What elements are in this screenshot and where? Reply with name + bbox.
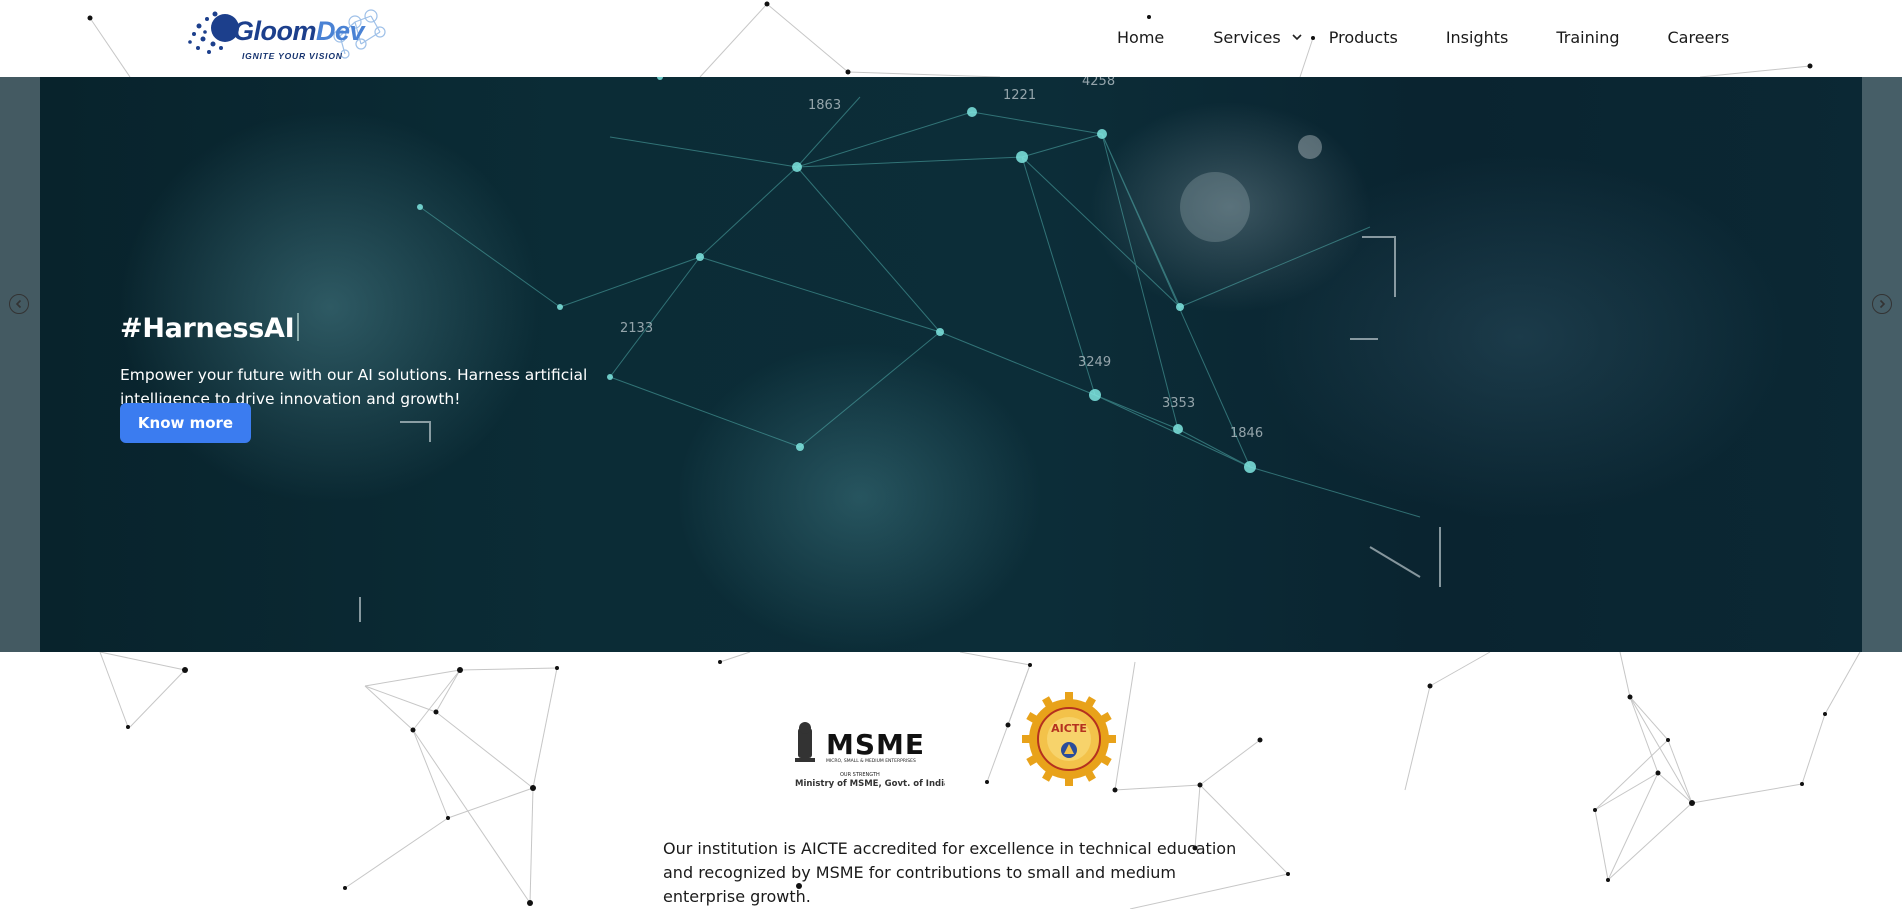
hero-title: #HarnessAI xyxy=(120,313,300,344)
hero-carousel: 1863 1221 4258 3249 3353 1846 2133 #Harn… xyxy=(0,77,1902,652)
know-more-button[interactable]: Know more xyxy=(120,403,251,443)
main-nav: Home Services Products Insights Training… xyxy=(1100,22,1729,52)
logo-tagline: IGNITE YOUR VISION xyxy=(242,51,343,61)
hud-label: 3353 xyxy=(1162,396,1195,411)
nav-services[interactable]: Services xyxy=(1213,28,1302,47)
aicte-logo: AICTE xyxy=(1020,690,1118,788)
nav-services-label: Services xyxy=(1213,27,1281,47)
nav-insights[interactable]: Insights xyxy=(1446,28,1509,47)
navbar: GloomDev IGNITE YOUR VISION Home Service… xyxy=(0,0,1902,77)
svg-text:MICRO, SMALL & MEDIUM ENTERPRI: MICRO, SMALL & MEDIUM ENTERPRISES xyxy=(826,758,916,764)
nav-careers[interactable]: Careers xyxy=(1668,28,1730,47)
carousel-next-button[interactable] xyxy=(1872,294,1892,314)
hud-label: 1846 xyxy=(1230,426,1263,441)
chevron-left-icon xyxy=(15,299,22,309)
nav-products[interactable]: Products xyxy=(1329,28,1398,47)
logo-wordmark: GloomDev xyxy=(233,16,365,46)
hud-label: 4258 xyxy=(1082,77,1115,89)
aicte-gear-emblem-icon: AICTE xyxy=(1022,692,1116,786)
svg-text:MSME: MSME xyxy=(826,728,925,761)
hud-label: 1863 xyxy=(808,98,841,113)
svg-text:OUR STRENGTH: OUR STRENGTH xyxy=(840,772,880,778)
hud-label: 1221 xyxy=(1003,88,1036,103)
msme-emblem-icon: MSME MICRO, SMALL & MEDIUM ENTERPRISES O… xyxy=(795,722,950,789)
nav-training[interactable]: Training xyxy=(1556,28,1619,47)
svg-text:Ministry of MSME, Govt. of Ind: Ministry of MSME, Govt. of India xyxy=(795,779,945,789)
typing-caret xyxy=(297,313,300,342)
chevron-right-icon xyxy=(1879,299,1886,309)
carousel-prev-button[interactable] xyxy=(9,294,29,314)
hud-label: 3249 xyxy=(1078,355,1111,370)
msme-logo: MSME MICRO, SMALL & MEDIUM ENTERPRISES O… xyxy=(790,720,950,792)
chevron-down-icon[interactable] xyxy=(1291,31,1303,43)
hud-label: 2133 xyxy=(620,321,653,336)
accreditation-statement: Our institution is AICTE accredited for … xyxy=(663,839,1237,906)
svg-text:AICTE: AICTE xyxy=(1051,722,1087,735)
gloomdev-logo[interactable]: GloomDev IGNITE YOUR VISION xyxy=(185,6,395,66)
nav-home[interactable]: Home xyxy=(1117,28,1164,47)
